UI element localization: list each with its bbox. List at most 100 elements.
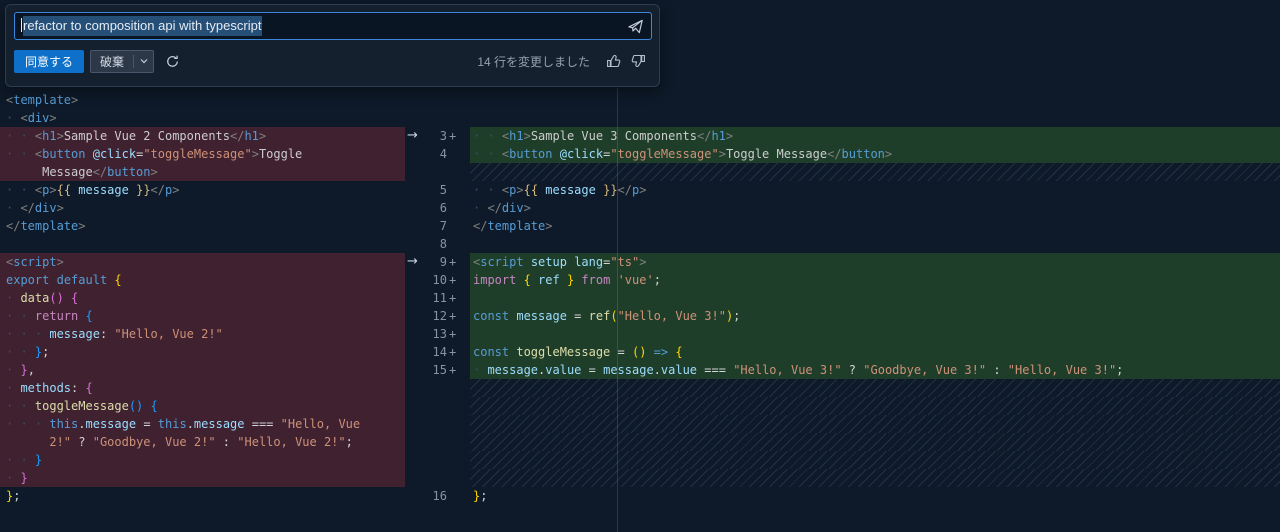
accept-button[interactable]: 同意する xyxy=(14,49,85,73)
code-token: this xyxy=(49,417,79,431)
code-token: h1 xyxy=(42,129,57,143)
original-code-line[interactable]: </template> xyxy=(0,217,405,235)
diff-change-arrow-icon[interactable]: → xyxy=(407,127,418,145)
modified-code-line[interactable] xyxy=(470,469,1280,487)
code-token: > xyxy=(258,129,267,143)
modified-code-line[interactable] xyxy=(470,109,1280,127)
code-token: script xyxy=(13,255,57,269)
original-code-line[interactable]: · · }; xyxy=(0,343,405,361)
original-code-line[interactable]: · <div> xyxy=(0,109,405,127)
discard-button[interactable]: 破棄 xyxy=(91,51,133,72)
code-token: ? xyxy=(848,363,857,377)
modified-code-line[interactable] xyxy=(470,415,1280,433)
modified-code-line[interactable]: }; xyxy=(470,487,1280,505)
modified-code-line[interactable] xyxy=(470,91,1280,109)
code-token: "Hello, Vue 2!" xyxy=(114,327,223,341)
code-token: · · xyxy=(473,183,502,197)
original-code-line[interactable]: · · <button @click="toggleMessage">Toggl… xyxy=(0,145,405,163)
original-code-line[interactable]: · · toggleMessage() { xyxy=(0,397,405,415)
modified-code-line[interactable] xyxy=(470,163,1280,181)
original-code-line[interactable]: <script> xyxy=(0,253,405,271)
code-token: message xyxy=(85,417,137,431)
modified-code-line[interactable]: · · <p>{{ message }}</p> xyxy=(470,181,1280,199)
feedback-unhelpful-button[interactable] xyxy=(629,51,649,71)
original-code-line[interactable]: }; xyxy=(0,487,405,505)
code-token: data xyxy=(20,291,50,305)
modified-code-line[interactable] xyxy=(470,397,1280,415)
original-code-line[interactable]: · · <p>{{ message }}</p> xyxy=(0,181,405,199)
code-token: Toggle Message xyxy=(725,147,828,161)
modified-code-line[interactable]: <script setup lang="ts"> xyxy=(470,253,1280,271)
original-code-line[interactable] xyxy=(0,235,405,253)
modified-code-line[interactable]: · message.value = message.value === "Hel… xyxy=(470,361,1280,379)
code-token: , xyxy=(27,363,35,377)
text-cursor xyxy=(21,18,22,32)
code-token: }} xyxy=(603,183,618,197)
code-token: script xyxy=(480,255,524,269)
code-token: · · xyxy=(6,183,35,197)
diff-change-arrow-icon[interactable]: → xyxy=(407,253,418,271)
original-code-line[interactable]: · </div> xyxy=(0,199,405,217)
code-token: > xyxy=(172,183,180,197)
line-number: 13 + xyxy=(432,327,457,341)
code-token: ref xyxy=(530,273,567,287)
code-token: · · · xyxy=(6,327,50,341)
modified-code-line[interactable]: </template> xyxy=(470,217,1280,235)
column-ruler xyxy=(617,88,618,532)
chat-input[interactable]: refactor to composition api with typescr… xyxy=(14,12,652,40)
inline-chat-widget: refactor to composition api with typescr… xyxy=(5,4,660,87)
modified-code-pane[interactable]: · · <h1>Sample Vue 3 Components</h1> · · … xyxy=(470,91,1280,532)
original-code-line[interactable]: · · <h1>Sample Vue 2 Components</h1> xyxy=(0,127,405,145)
modified-code-line[interactable] xyxy=(470,379,1280,397)
line-number xyxy=(405,415,470,433)
original-code-line[interactable]: <template> xyxy=(0,91,405,109)
rerun-request-button[interactable] xyxy=(163,52,182,71)
modified-code-line[interactable] xyxy=(470,325,1280,343)
modified-code-line[interactable]: import { ref } from 'vue'; xyxy=(470,271,1280,289)
modified-code-line[interactable]: · </div> xyxy=(470,199,1280,217)
code-token: = xyxy=(617,345,625,359)
code-token: h1 xyxy=(244,129,259,143)
code-token: · xyxy=(6,471,21,485)
original-code-line[interactable]: Message</button> xyxy=(0,163,405,181)
code-token: default xyxy=(56,273,108,287)
code-token: value xyxy=(660,363,698,377)
original-code-line[interactable]: · · return { xyxy=(0,307,405,325)
modified-code-line[interactable]: const message = ref("Hello, Vue 3!"); xyxy=(470,307,1280,325)
code-token: "Goodbye, Vue 3!" xyxy=(863,363,987,377)
code-token: button xyxy=(42,147,86,161)
code-token: · · xyxy=(6,453,35,467)
code-token: </ xyxy=(827,147,842,161)
modified-code-line[interactable]: · · <h1>Sample Vue 3 Components</h1> xyxy=(470,127,1280,145)
modified-code-line[interactable] xyxy=(470,289,1280,307)
original-code-line[interactable]: · }, xyxy=(0,361,405,379)
original-code-line[interactable]: · · · message: "Hello, Vue 2!" xyxy=(0,325,405,343)
send-button[interactable] xyxy=(625,17,646,36)
original-code-line[interactable]: · · · this.message = this.message === "H… xyxy=(0,415,405,433)
original-code-line[interactable]: · } xyxy=(0,469,405,487)
code-token: { xyxy=(71,291,79,305)
original-code-pane[interactable]: <template> · <div> · · <h1>Sample Vue 2 Co… xyxy=(0,91,405,532)
code-token: > xyxy=(71,93,79,107)
modified-code-line[interactable]: · · <button @click="toggleMessage">Toggl… xyxy=(470,145,1280,163)
original-code-line[interactable]: 2!" ? "Goodbye, Vue 2!" : "Hello, Vue 2!… xyxy=(0,433,405,451)
code-token: const xyxy=(473,309,510,323)
code-token: ; xyxy=(42,345,50,359)
original-code-line[interactable]: · · } xyxy=(0,451,405,469)
modified-code-line[interactable] xyxy=(470,235,1280,253)
code-token: "Hello, Vue 3!" xyxy=(733,363,842,377)
modified-code-line[interactable]: const toggleMessage = () => { xyxy=(470,343,1280,361)
original-code-line[interactable]: · methods: { xyxy=(0,379,405,397)
modified-code-line[interactable] xyxy=(470,451,1280,469)
modified-code-line[interactable] xyxy=(470,433,1280,451)
discard-dropdown-button[interactable] xyxy=(134,51,153,72)
feedback-helpful-button[interactable] xyxy=(603,51,623,71)
original-code-line[interactable]: export default { xyxy=(0,271,405,289)
original-code-line[interactable]: · data() { xyxy=(0,289,405,307)
